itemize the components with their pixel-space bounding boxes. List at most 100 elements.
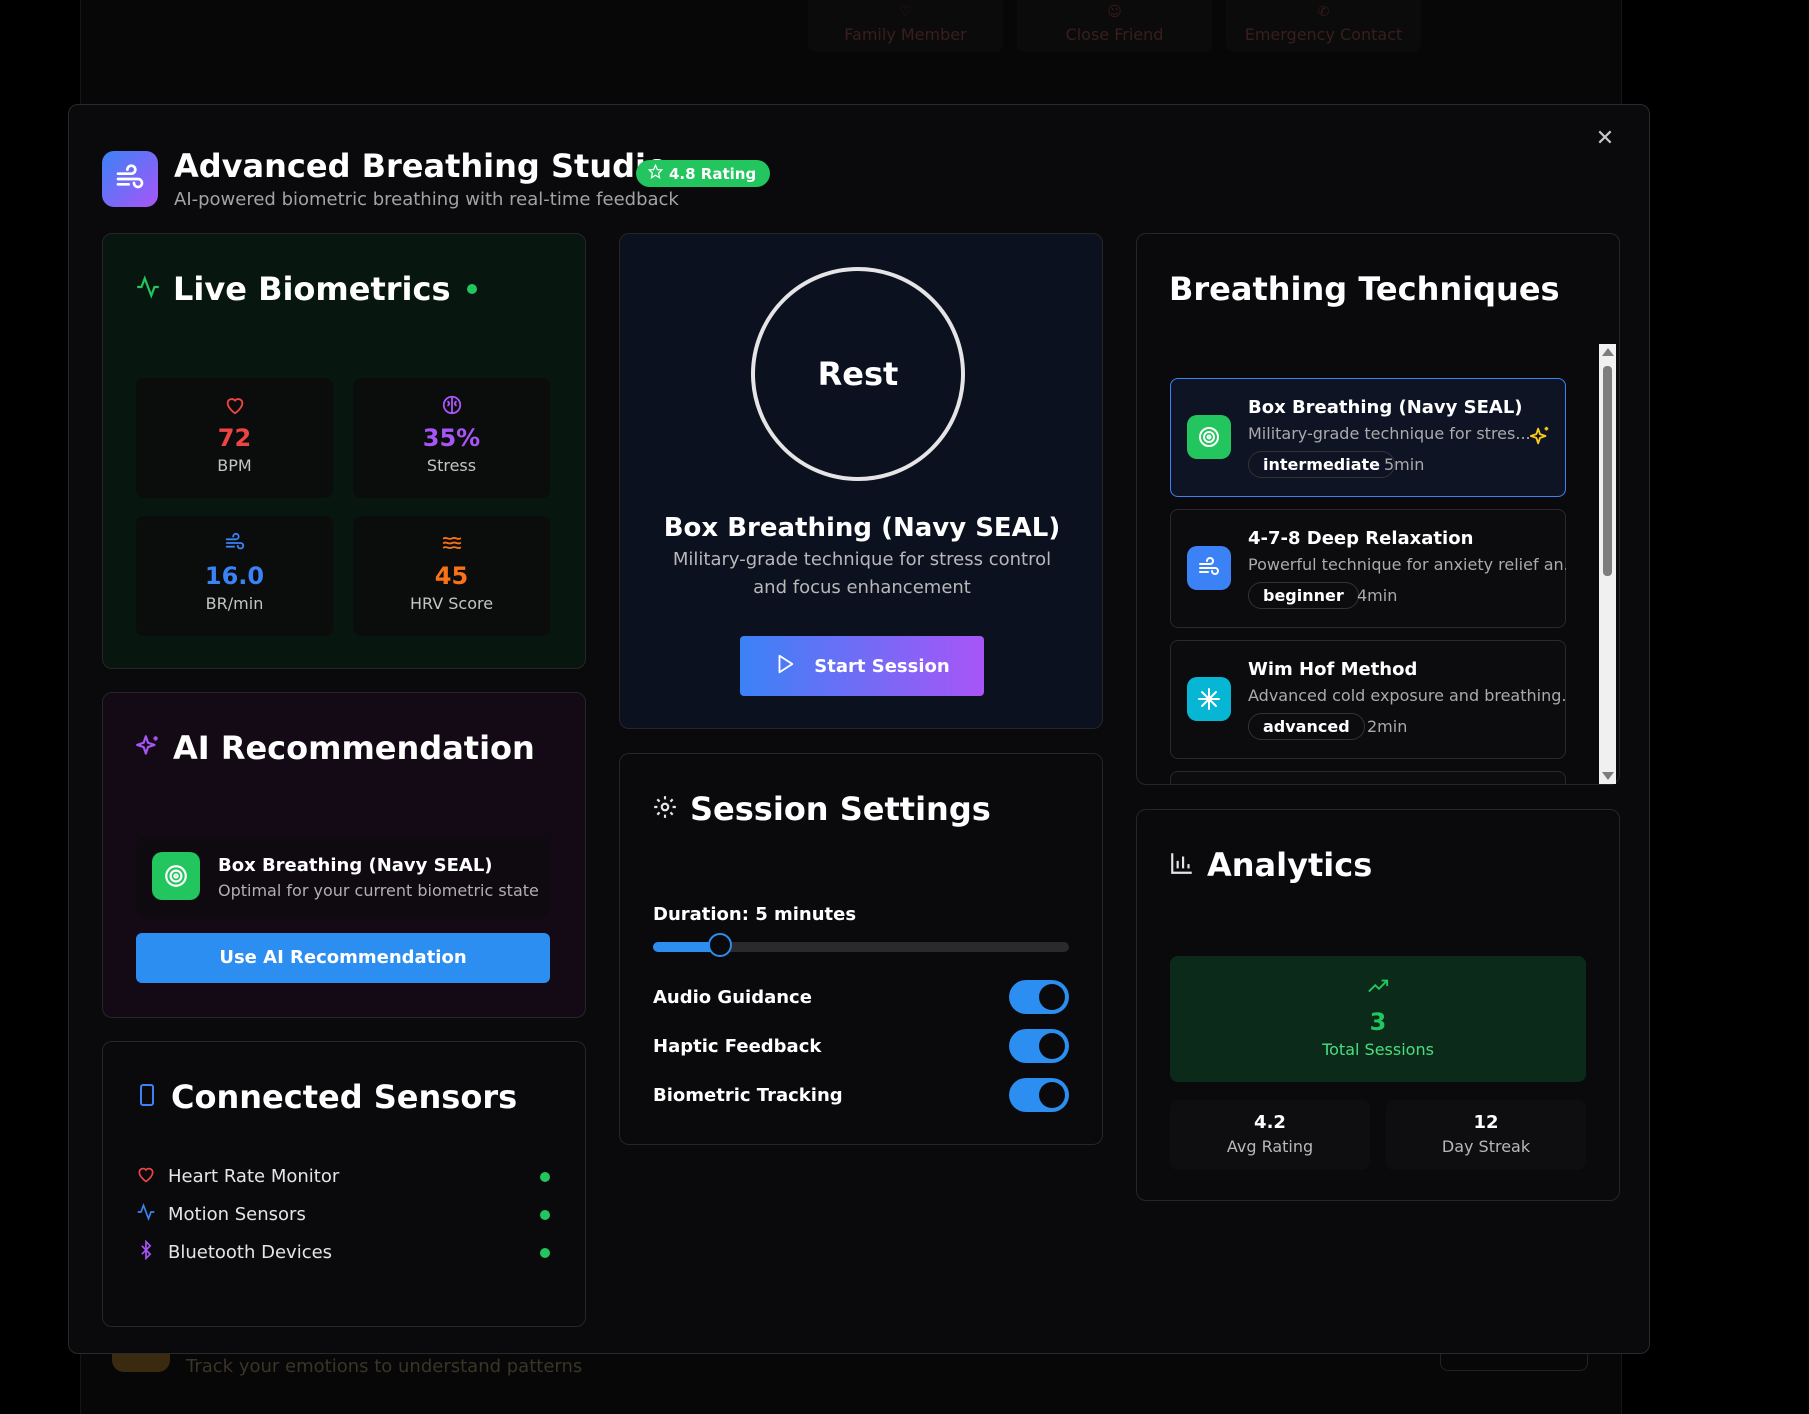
techniques-scrollbar[interactable] [1599,344,1616,784]
technique-item[interactable]: 4-7-8 Deep Relaxation Powerful technique… [1170,509,1566,628]
heart-icon [136,394,333,418]
analytics-title: Analytics [1169,846,1372,884]
metric-value: 35% [422,424,481,452]
close-button[interactable]: ✕ [1591,125,1619,153]
sparkles-icon [1529,425,1551,451]
metric-breath-rate: 16.0 BR/min [136,516,333,636]
bar-chart-icon [1169,846,1195,884]
session-technique-desc: Military-grade technique for stress cont… [672,549,1052,598]
technique-item-partial[interactable] [1170,771,1566,784]
snowflake-icon [1187,677,1231,721]
star-icon [647,163,664,183]
duration-slider-thumb[interactable] [707,933,732,957]
technique-duration: 4min [1357,586,1398,605]
target-icon [152,852,200,900]
toggle-haptic-feedback: Haptic Feedback [653,1028,1069,1064]
scrollbar-thumb[interactable] [1603,366,1612,576]
audio-guidance-toggle[interactable] [1009,980,1069,1014]
biometrics-title-text: Live Biometrics [173,270,451,308]
session-technique-name: Box Breathing (Navy SEAL) [663,513,1061,543]
ai-title: AI Recommendation [135,729,535,767]
start-session-label: Start Session [814,655,950,677]
sensor-status-dot [540,1171,550,1182]
target-icon [1187,415,1231,459]
technique-duration: 2min [1367,717,1408,736]
technique-name: 4-7-8 Deep Relaxation [1248,528,1474,549]
metric-stress: 35% Stress [353,378,550,498]
modal-title: Advanced Breathing Studio [174,147,668,185]
bg-tab-label: Family Member [844,25,967,44]
toggle-audio-guidance: Audio Guidance [653,979,1069,1015]
bg-tab-family: ♡ Family Member [808,0,1003,52]
smartphone-icon [135,1078,159,1116]
toggle-label: Haptic Feedback [653,1035,822,1057]
total-sessions-value: 3 [1369,1008,1387,1036]
sensor-status-dot [540,1247,550,1258]
background-tabs: ♡ Family Member ☺ Close Friend ✆ Emergency … [808,0,1421,52]
metric-label: BR/min [205,594,264,613]
haptic-feedback-toggle[interactable] [1009,1029,1069,1063]
stat-value: 12 [1473,1112,1499,1133]
stat-avg-rating: 4.2 Avg Rating [1170,1100,1370,1170]
technique-name: Box Breathing (Navy SEAL) [1248,397,1523,418]
sensor-motion: Motion Sensors [136,1202,550,1227]
start-session-button[interactable]: Start Session [740,636,984,696]
biometric-tracking-toggle[interactable] [1009,1078,1069,1112]
activity-icon [135,270,161,308]
metric-bpm: 72 BPM [136,378,333,498]
bg-tab-label: Emergency Contact [1244,25,1403,44]
sensor-label: Heart Rate Monitor [168,1166,340,1187]
wind-icon [136,532,333,556]
breathing-studio-modal: ✕ Advanced Breathing Studio AI-powered b… [68,104,1650,1354]
wind-icon [1187,546,1231,590]
session-settings-card: Session Settings Duration: 5 minutes Aud… [619,753,1103,1145]
sensor-heart-rate: Heart Rate Monitor [136,1164,550,1189]
duration-slider[interactable] [653,933,1069,957]
users-icon: ☺ [1107,4,1122,20]
metric-value: 45 [434,562,469,590]
rating-badge: 4.8 Rating [636,160,771,187]
heart-icon: ♡ [899,4,912,20]
duration-label: Duration: 5 minutes [653,904,857,925]
phone-icon: ✆ [1317,4,1330,20]
sparkles-icon [135,729,161,767]
technique-item[interactable]: Wim Hof Method Advanced cold exposure an… [1170,640,1566,759]
rec-technique-name: Box Breathing (Navy SEAL) [218,855,493,876]
scroll-down-arrow[interactable] [1602,772,1614,780]
sensor-label: Motion Sensors [168,1204,306,1225]
technique-level: intermediate [1248,451,1396,478]
technique-item[interactable]: Box Breathing (Navy SEAL) Military-grade… [1170,378,1566,497]
waves-icon [353,532,550,556]
ai-title-text: AI Recommendation [173,729,535,767]
metric-label: BPM [217,456,252,475]
scroll-up-arrow[interactable] [1602,348,1614,356]
background-bottom-text: Track your emotions to understand patter… [186,1356,583,1377]
heart-icon [136,1164,156,1189]
bg-tab-label: Close Friend [1065,25,1164,44]
metric-hrv: 45 HRV Score [353,516,550,636]
metric-label: HRV Score [409,594,494,613]
stat-label: Day Streak [1441,1137,1531,1156]
sensor-status-dot [540,1209,550,1220]
technique-desc: Military-grade technique for stres... [1248,424,1531,443]
bg-tab-emergency: ✆ Emergency Contact [1226,0,1421,52]
rec-technique-desc: Optimal for your current biometric state [218,881,539,900]
breathing-phase: Rest [817,355,899,393]
stat-label: Avg Rating [1226,1137,1314,1156]
ai-recommendation-card: AI Recommendation Box Breathing (Navy SE… [102,692,586,1018]
techniques-list: Box Breathing (Navy SEAL) Military-grade… [1170,378,1566,784]
sensors-title: Connected Sensors [135,1078,517,1116]
bg-tab-friend: ☺ Close Friend [1017,0,1212,52]
metric-value: 72 [217,424,252,452]
rating-text: 4.8 Rating [669,164,757,183]
toggle-label: Biometric Tracking [653,1084,843,1106]
analytics-title-text: Analytics [1207,846,1373,884]
recommended-technique: Box Breathing (Navy SEAL) Optimal for yo… [136,837,550,917]
activity-icon [136,1202,156,1227]
modal-subtitle: AI-powered biometric breathing with real… [174,189,679,210]
settings-title: Session Settings [652,790,991,828]
sensors-title-text: Connected Sensors [171,1078,518,1116]
stat-day-streak: 12 Day Streak [1386,1100,1586,1170]
use-ai-recommendation-button[interactable]: Use AI Recommendation [136,933,550,983]
settings-title-text: Session Settings [690,790,991,828]
